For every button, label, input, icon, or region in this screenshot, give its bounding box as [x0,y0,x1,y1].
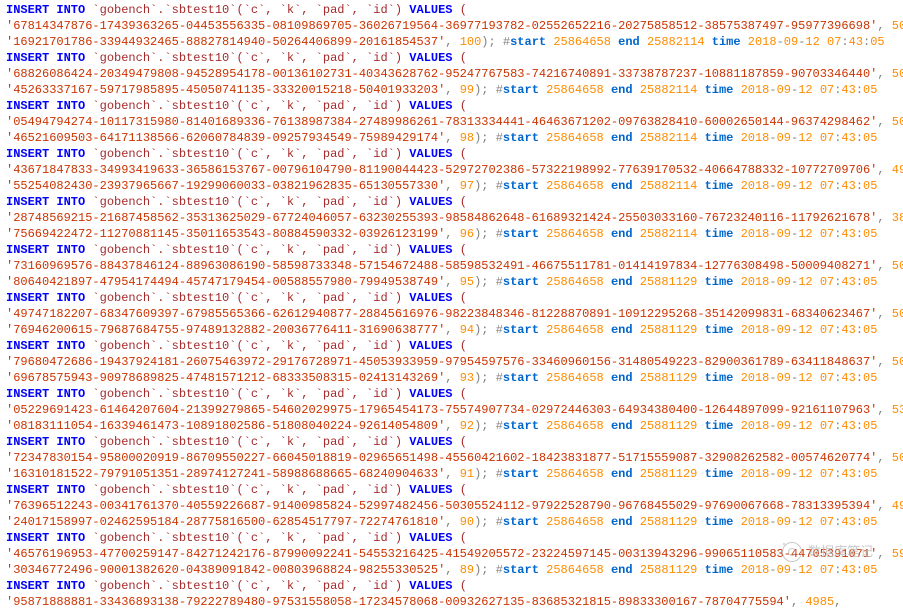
sql-value-line: '49747182207-68347609397-67985565366-626… [6,306,897,322]
sql-insert-line: INSERT INTO `gobench`.`sbtest10`(`c`, `k… [6,290,897,306]
sql-insert-line: INSERT INTO `gobench`.`sbtest10`(`c`, `k… [6,146,897,162]
sql-value-close-line: '24017158997-02462595184-28775816500-628… [6,514,897,530]
sql-value-line: '28748569215-21687458562-35313625029-677… [6,210,897,226]
sql-insert-line: INSERT INTO `gobench`.`sbtest10`(`c`, `k… [6,578,897,594]
sql-value-close-line: '80640421897-47954174494-45747179454-005… [6,274,897,290]
sql-value-close-line: '69678575943-90978689825-47481571212-683… [6,370,897,386]
sql-value-line: '67814347876-17439363265-04453556335-081… [6,18,897,34]
sql-value-line: '68826086424-20349479808-94528954178-001… [6,66,897,82]
sql-value-line: '05494794274-10117315980-81401689336-761… [6,114,897,130]
sql-insert-line: INSERT INTO `gobench`.`sbtest10`(`c`, `k… [6,2,897,18]
sql-insert-line: INSERT INTO `gobench`.`sbtest10`(`c`, `k… [6,530,897,546]
sql-insert-line: INSERT INTO `gobench`.`sbtest10`(`c`, `k… [6,242,897,258]
sql-insert-line: INSERT INTO `gobench`.`sbtest10`(`c`, `k… [6,338,897,354]
sql-value-close-line: '16310181522-79791051351-28974127241-589… [6,466,897,482]
sql-insert-line: INSERT INTO `gobench`.`sbtest10`(`c`, `k… [6,482,897,498]
sql-value-line: '72347830154-95800020919-86709550227-660… [6,450,897,466]
sql-value-close-line: '16921701786-33944932465-88827814940-502… [6,34,897,50]
sql-value-line: '95871888881-33436893138-79222789480-975… [6,594,897,610]
sql-insert-line: INSERT INTO `gobench`.`sbtest10`(`c`, `k… [6,98,897,114]
sql-value-line: '73160969576-88437846124-88963086190-585… [6,258,897,274]
sql-value-line: '43671847833-34993419633-36586153767-007… [6,162,897,178]
sql-value-close-line: '75669422472-11270881145-35011653543-808… [6,226,897,242]
sql-insert-line: INSERT INTO `gobench`.`sbtest10`(`c`, `k… [6,386,897,402]
sql-insert-line: INSERT INTO `gobench`.`sbtest10`(`c`, `k… [6,50,897,66]
sql-value-close-line: '46521609503-64171138566-62060784839-092… [6,130,897,146]
sql-value-line: '76396512243-00341761370-40559226687-914… [6,498,897,514]
sql-value-line: '46576196953-47700259147-84271242176-879… [6,546,897,562]
sql-value-close-line: '30346772496-90001382620-04389091842-008… [6,562,897,578]
sql-value-line: '05229691423-61464207604-21399279865-546… [6,402,897,418]
sql-value-close-line: '55254082430-23937965667-19299060033-038… [6,178,897,194]
sql-value-close-line: '45263337167-59717985895-45050741135-333… [6,82,897,98]
sql-editor[interactable]: INSERT INTO `gobench`.`sbtest10`(`c`, `k… [0,0,903,612]
sql-insert-line: INSERT INTO `gobench`.`sbtest10`(`c`, `k… [6,194,897,210]
sql-value-line: '79680472686-19437924181-26075463972-291… [6,354,897,370]
sql-value-close-line: '76946200615-79687684755-97489132882-200… [6,322,897,338]
sql-value-close-line: '08183111054-16339461473-10891802586-518… [6,418,897,434]
sql-insert-line: INSERT INTO `gobench`.`sbtest10`(`c`, `k… [6,434,897,450]
